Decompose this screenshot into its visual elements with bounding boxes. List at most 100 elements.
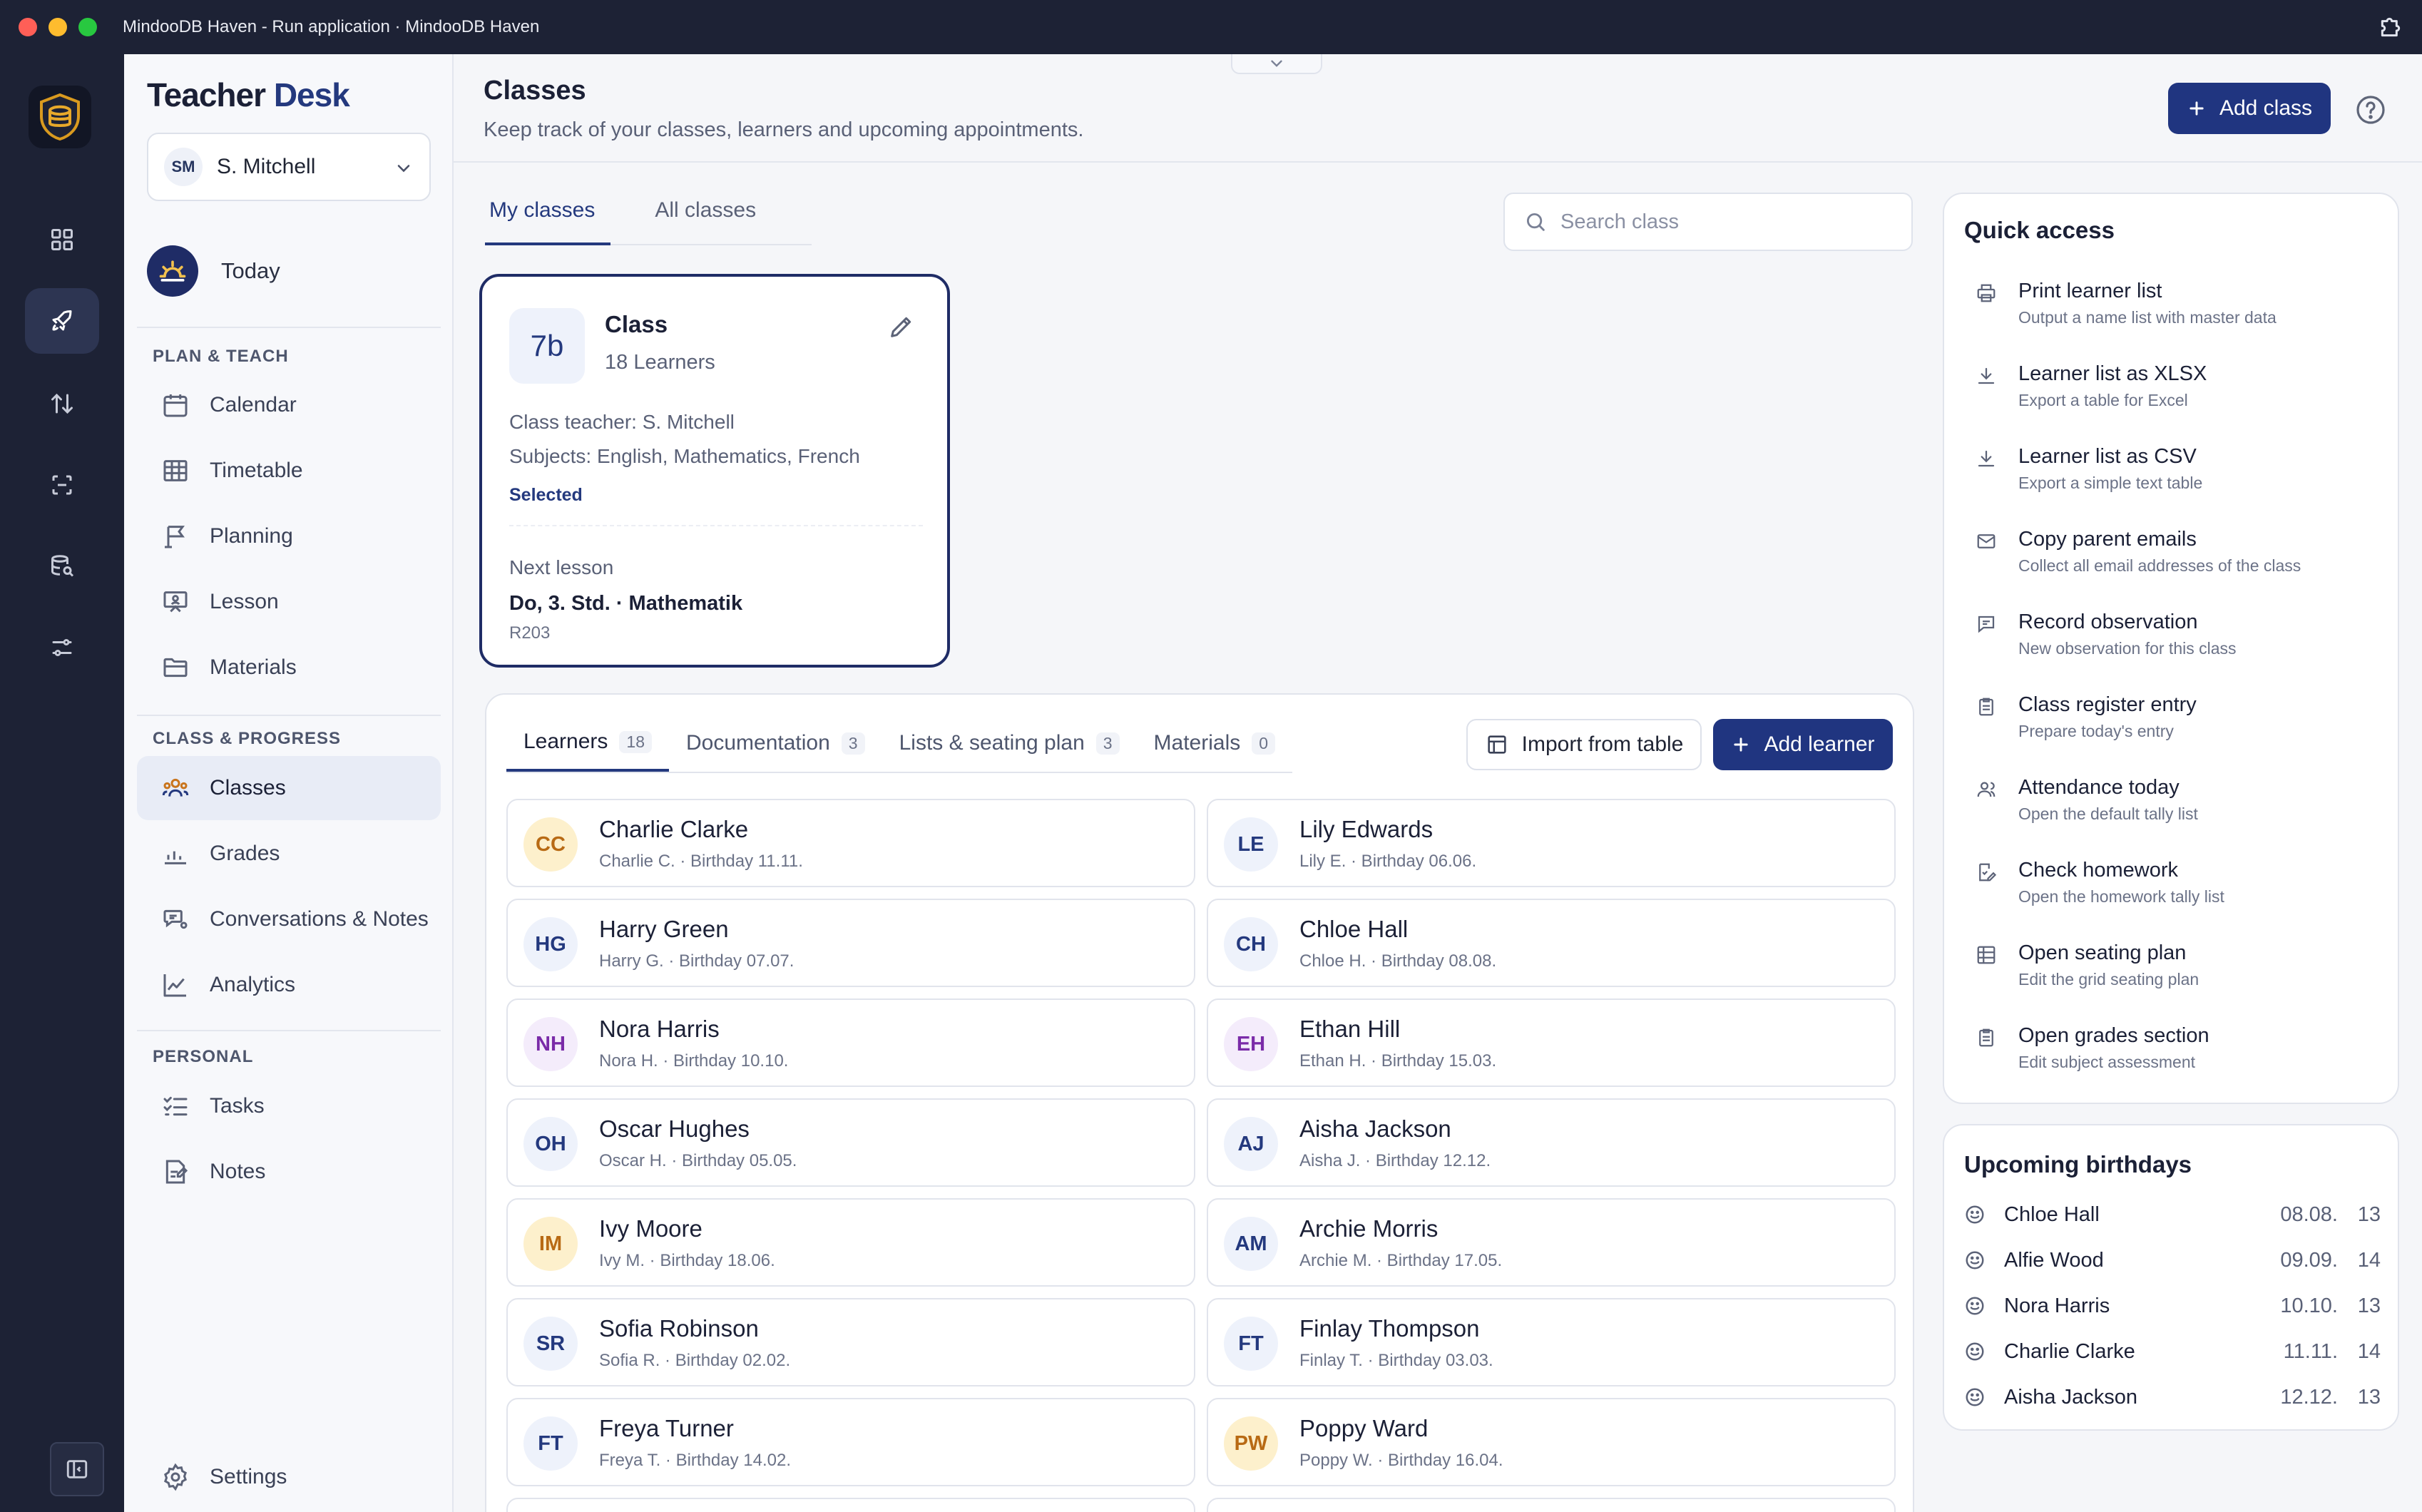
add-learner-button[interactable]: Add learner	[1713, 719, 1893, 770]
database-search-icon[interactable]	[25, 533, 99, 599]
nav-item-label: Today	[221, 258, 280, 283]
nav-item-planning[interactable]: Planning	[137, 504, 441, 568]
search-input[interactable]	[1560, 210, 1903, 234]
learner-card[interactable]	[1207, 1498, 1896, 1512]
birthday-row[interactable]: Aisha Jackson 12.12. 13	[1964, 1379, 2381, 1415]
birthday-row[interactable]: Nora Harris 10.10. 13	[1964, 1288, 2381, 1324]
maximize-window-button[interactable]	[78, 18, 97, 36]
birthday-row[interactable]: Chloe Hall 08.08. 13	[1964, 1197, 2381, 1232]
extension-icon[interactable]	[2376, 13, 2405, 41]
chevron-down-icon[interactable]	[1231, 54, 1322, 74]
import-from-table-button[interactable]: Import from table	[1466, 719, 1702, 770]
sync-arrows-icon[interactable]	[25, 371, 99, 436]
learner-card[interactable]: FT Freya Turner Freya T. · Birthday 14.02.	[506, 1398, 1195, 1486]
learner-card[interactable]: PW Poppy Ward Poppy W. · Birthday 16.04.	[1207, 1398, 1896, 1486]
nav-item-classes[interactable]: Classes	[137, 756, 441, 820]
birthday-row[interactable]: Alfie Wood 09.09. 14	[1964, 1242, 2381, 1278]
learner-card[interactable]: IM Ivy Moore Ivy M. · Birthday 18.06.	[506, 1198, 1195, 1287]
quick-access-item[interactable]: Copy parent emails Collect all email addr…	[1976, 528, 2375, 599]
learner-card[interactable]	[506, 1498, 1195, 1512]
nav-item-settings[interactable]: Settings	[137, 1445, 441, 1509]
tab-materials[interactable]: Materials 0	[1137, 715, 1293, 772]
learner-avatar: AJ	[1224, 1117, 1278, 1171]
tab-label: Learners	[523, 730, 608, 753]
learner-name: Archie Morris	[1299, 1215, 1439, 1242]
learner-avatar: PW	[1224, 1416, 1278, 1471]
tab-learners[interactable]: Learners 18	[506, 715, 669, 772]
nav-item-grades[interactable]: Grades	[137, 822, 441, 886]
minimize-window-button[interactable]	[48, 18, 67, 36]
quick-access-item[interactable]: Record observation New observation for th…	[1976, 611, 2375, 682]
quick-access-item[interactable]: Print learner list Output a name list wit…	[1976, 280, 2375, 351]
window-title: MindooDB Haven - Run application · Mindo…	[123, 17, 540, 36]
nav-section-class: CLASS & PROGRESS	[153, 729, 342, 748]
scan-icon[interactable]	[25, 452, 99, 518]
quick-access-subtitle: Export a table for Excel	[2018, 391, 2188, 409]
learner-subtitle: Aisha J. · Birthday 12.12.	[1299, 1151, 1491, 1170]
user-selector[interactable]: SM S. Mitchell	[147, 133, 431, 201]
learner-subtitle: Ivy M. · Birthday 18.06.	[599, 1251, 775, 1270]
app-logo[interactable]	[29, 86, 91, 148]
learner-card[interactable]: CH Chloe Hall Chloe H. · Birthday 08.08.	[1207, 899, 1896, 987]
class-card[interactable]: 7b Class 18 Learners Class teacher: S. M…	[479, 274, 950, 668]
class-badge: 7b	[509, 308, 585, 384]
learner-card[interactable]: SR Sofia Robinson Sofia R. · Birthday 02.0…	[506, 1298, 1195, 1386]
quick-access-item[interactable]: Class register entry Prepare today's entr…	[1976, 693, 2375, 765]
quick-access-subtitle: Open the default tally list	[2018, 804, 2198, 823]
learner-avatar: CH	[1224, 917, 1278, 971]
learner-card[interactable]: CC Charlie Clarke Charlie C. · Birthday 11…	[506, 799, 1195, 887]
tab-my-classes[interactable]: My classes	[485, 191, 611, 245]
quick-access-title-text: Attendance today	[2018, 776, 2180, 799]
nav-item-label: Classes	[210, 776, 286, 800]
learner-card[interactable]: NH Nora Harris Nora H. · Birthday 10.10.	[506, 998, 1195, 1087]
nav-item-materials[interactable]: Materials	[137, 635, 441, 700]
quick-access-item[interactable]: Check homework Open the homework tally li…	[1976, 859, 2375, 930]
dashboard-icon[interactable]	[25, 207, 99, 272]
sidebar-toggle-icon[interactable]	[50, 1442, 104, 1496]
tab-documentation[interactable]: Documentation 3	[669, 715, 882, 772]
edit-pencil-icon[interactable]	[887, 312, 916, 341]
learner-avatar: LE	[1224, 817, 1278, 872]
birthday-row[interactable]: Charlie Clarke 11.11. 14	[1964, 1334, 2381, 1369]
quick-access-item[interactable]: Attendance today Open the default tally l…	[1976, 776, 2375, 847]
line-chart-icon	[161, 971, 190, 999]
nav-item-lesson[interactable]: Lesson	[137, 570, 441, 634]
learner-card[interactable]: LE Lily Edwards Lily E. · Birthday 06.06.	[1207, 799, 1896, 887]
birthday-date: 11.11.	[2283, 1339, 2338, 1363]
nav-item-conversations[interactable]: Conversations & Notes	[137, 887, 441, 951]
quick-access-item[interactable]: Learner list as CSV Export a simple text …	[1976, 445, 2375, 516]
learner-card[interactable]: AM Archie Morris Archie M. · Birthday 17.0…	[1207, 1198, 1896, 1287]
add-class-button[interactable]: Add class	[2168, 83, 2331, 134]
edit-check-icon	[1976, 862, 1997, 883]
nav-item-timetable[interactable]: Timetable	[137, 439, 441, 503]
tab-lists-seating[interactable]: Lists & seating plan 3	[882, 715, 1137, 772]
smile-icon	[1964, 1204, 1986, 1225]
nav-divider	[137, 327, 441, 328]
learner-card[interactable]: OH Oscar Hughes Oscar H. · Birthday 05.05.	[506, 1098, 1195, 1187]
nav-item-tasks[interactable]: Tasks	[137, 1074, 441, 1138]
tab-label: Lists & seating plan	[899, 731, 1085, 755]
nav-item-label: Grades	[210, 842, 280, 865]
quick-access-item[interactable]: Learner list as XLSX Export a table for E…	[1976, 362, 2375, 434]
search-box	[1503, 193, 1913, 251]
quick-access-title-text: Check homework	[2018, 859, 2179, 882]
plus-icon	[1731, 735, 1751, 755]
sliders-icon[interactable]	[25, 615, 99, 680]
close-window-button[interactable]	[19, 18, 37, 36]
nav-item-today[interactable]: Today	[147, 245, 280, 297]
nav-item-notes[interactable]: Notes	[137, 1140, 441, 1204]
learner-card[interactable]: HG Harry Green Harry G. · Birthday 07.07.	[506, 899, 1195, 987]
nav-item-calendar[interactable]: Calendar	[137, 373, 441, 437]
learner-card[interactable]: AJ Aisha Jackson Aisha J. · Birthday 12.12…	[1207, 1098, 1896, 1187]
help-icon[interactable]	[2354, 93, 2388, 127]
quick-access-subtitle: Edit subject assessment	[2018, 1053, 2196, 1071]
app-brand: Teacher Desk	[147, 76, 350, 114]
quick-access-item[interactable]: Open seating plan Edit the grid seating p…	[1976, 941, 2375, 1013]
learner-card[interactable]: EH Ethan Hill Ethan H. · Birthday 15.03.	[1207, 998, 1896, 1087]
learner-card[interactable]: FT Finlay Thompson Finlay T. · Birthday 03…	[1207, 1298, 1896, 1386]
quick-access-item[interactable]: Open grades section Edit subject assessme…	[1976, 1024, 2375, 1095]
rocket-icon[interactable]	[25, 288, 99, 354]
tab-all-classes[interactable]: All classes	[650, 191, 772, 245]
nav-item-analytics[interactable]: Analytics	[137, 953, 441, 1017]
tab-count: 0	[1252, 732, 1276, 755]
